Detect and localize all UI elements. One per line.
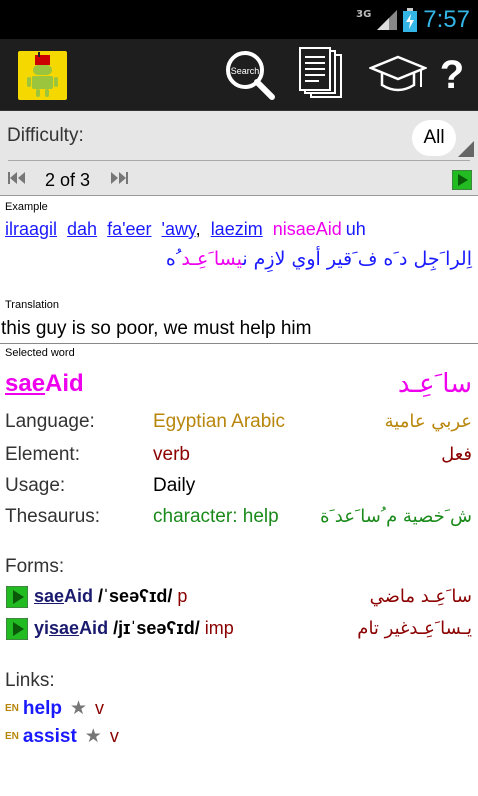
play-audio-icon[interactable] [6,586,28,608]
difficulty-label: Difficulty: [7,125,84,146]
divider [0,343,478,344]
language-tag: EN [5,731,19,742]
status-bar: 3G 7:57 [0,0,478,39]
fast-forward-icon[interactable] [110,171,128,185]
pager-position: 2 of 3 [45,170,91,190]
link-item[interactable]: EN assist ★ v [5,725,119,748]
thesaurus-arabic[interactable]: ش َخصية م ُسا َعد َة [320,506,472,527]
play-audio-icon[interactable] [6,618,28,640]
help-button[interactable]: ? [430,47,474,103]
language-value: Egyptian Arabic [153,411,286,432]
example-word[interactable]: laezim [211,219,263,239]
example-word[interactable]: dah [67,219,97,239]
form-arabic: سا َعِـد ماضي [369,586,472,607]
difficulty-select[interactable]: All [412,120,456,156]
rewind-icon[interactable] [8,171,26,185]
element-value: verb [153,444,190,465]
star-icon[interactable]: ★ [70,697,87,720]
link-word[interactable]: help [23,698,62,720]
form-item[interactable]: yisaeAid /jɪˈseəʕɪd/ imp [34,618,234,639]
battery-icon [403,8,418,32]
forms-label: Forms: [5,556,65,577]
play-icon[interactable] [452,170,472,190]
example-latin: ilraagil dah fa'eer 'awy, laezim nisaeAid uh [5,219,366,240]
translation-text: this guy is so poor, we must help him [1,318,312,339]
links-label: Links: [5,670,55,691]
form-arabic: يـسا َعِـدغير تام [357,618,472,639]
example-highlighted-word[interactable]: nisaeAid uh [273,219,366,239]
learn-button[interactable] [368,47,428,103]
example-word[interactable]: 'awy, [162,219,201,239]
part-of-speech: v [95,698,105,718]
link-item[interactable]: EN help ★ v [5,697,104,720]
example-label: Example [5,201,48,213]
language-arabic: عربي عامية [384,411,472,432]
selected-word-latin: saeAid [5,370,84,397]
pager: 2 of 3 [0,163,478,196]
network-type: 3G [356,8,372,20]
form-item[interactable]: saeAid /ˈseəʕɪd/ p [34,586,187,607]
element-label: Element: [5,444,80,465]
example-arabic: اِلرا َجِل د َه ف َقير أوي لازِم نيسا َع… [165,248,472,270]
thesaurus-value[interactable]: character: help [153,506,279,528]
translation-label: Translation [5,299,60,311]
star-icon[interactable]: ★ [85,725,102,748]
divider [8,160,470,161]
search-icon: Search [226,51,275,100]
usage-value: Daily [153,475,196,496]
link-word[interactable]: assist [23,726,77,748]
action-bar: Search ? [0,39,478,111]
selected-word-arabic: سا َعِـد [397,369,472,399]
element-arabic: فعل [441,444,472,465]
clock: 7:57 [423,6,470,33]
example-word[interactable]: ilraagil [5,219,57,239]
selected-word-label: Selected word [5,347,75,359]
language-label: Language: [5,411,95,432]
word-list-button[interactable] [295,47,351,103]
documents-icon [299,47,342,98]
thesaurus-label: Thesaurus: [5,506,101,527]
android-fez-icon [27,52,58,97]
search-icon-label: Search [231,66,260,76]
language-tag: EN [5,703,19,714]
app-logo[interactable] [18,51,67,100]
graduation-cap-icon [369,55,427,92]
dropdown-corner-icon [458,141,474,157]
usage-label: Usage: [5,475,66,496]
part-of-speech: v [109,726,119,746]
difficulty-bar: Difficulty: All [0,111,478,163]
signal-icon [377,10,398,30]
example-word[interactable]: fa'eer [107,219,151,239]
search-button[interactable]: Search [222,47,278,103]
